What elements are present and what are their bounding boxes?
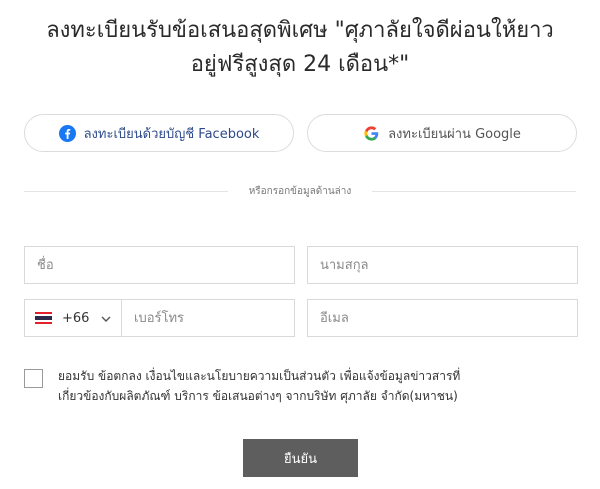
last-name-field[interactable] [307, 246, 578, 284]
consent-checkbox[interactable] [24, 369, 43, 388]
facebook-register-label: ลงทะเบียนด้วยบัญชี Facebook [83, 126, 260, 142]
phone-field[interactable] [121, 299, 295, 337]
google-register-label: ลงทะเบียนผ่าน Google [388, 126, 521, 142]
consent-line-1: ยอมรับ ข้อตกลง เงื่อนไขและนโยบายความเป็น… [58, 369, 461, 383]
email-input[interactable] [320, 300, 577, 336]
google-register-button[interactable]: ลงทะเบียนผ่าน Google [307, 114, 577, 152]
facebook-icon [58, 124, 76, 142]
thailand-flag-icon [35, 312, 52, 324]
page-title-line-2: อยู่ฟรีสูงสุด 24 เดือน*" [190, 52, 410, 77]
consent-text: ยอมรับ ข้อตกลง เงื่อนไขและนโยบายความเป็น… [58, 366, 578, 406]
consent-line-2: เกี่ยวข้องกับผลิตภัณฑ์ บริการ ข้อเสนอต่า… [58, 389, 458, 403]
divider-right [372, 191, 576, 192]
divider-left [24, 191, 228, 192]
divider-text: หรือกรอกข้อมูลด้านล่าง [248, 186, 352, 197]
page-title: ลงทะเบียนรับข้อเสนอสุดพิเศษ "ศุภาลัยใจดี… [0, 14, 600, 82]
phone-input[interactable] [134, 300, 294, 336]
submit-button[interactable]: ยืนยัน [243, 439, 358, 477]
chevron-down-icon [101, 313, 111, 323]
country-code-select[interactable]: +66 [24, 299, 122, 337]
first-name-input[interactable] [37, 247, 294, 283]
email-field[interactable] [307, 299, 578, 337]
google-icon [363, 125, 380, 142]
country-code-value: +66 [62, 310, 90, 326]
page-title-line-1: ลงทะเบียนรับข้อเสนอสุดพิเศษ "ศุภาลัยใจดี… [46, 18, 554, 43]
last-name-input[interactable] [320, 247, 577, 283]
first-name-field[interactable] [24, 246, 295, 284]
facebook-register-button[interactable]: ลงทะเบียนด้วยบัญชี Facebook [24, 114, 294, 152]
